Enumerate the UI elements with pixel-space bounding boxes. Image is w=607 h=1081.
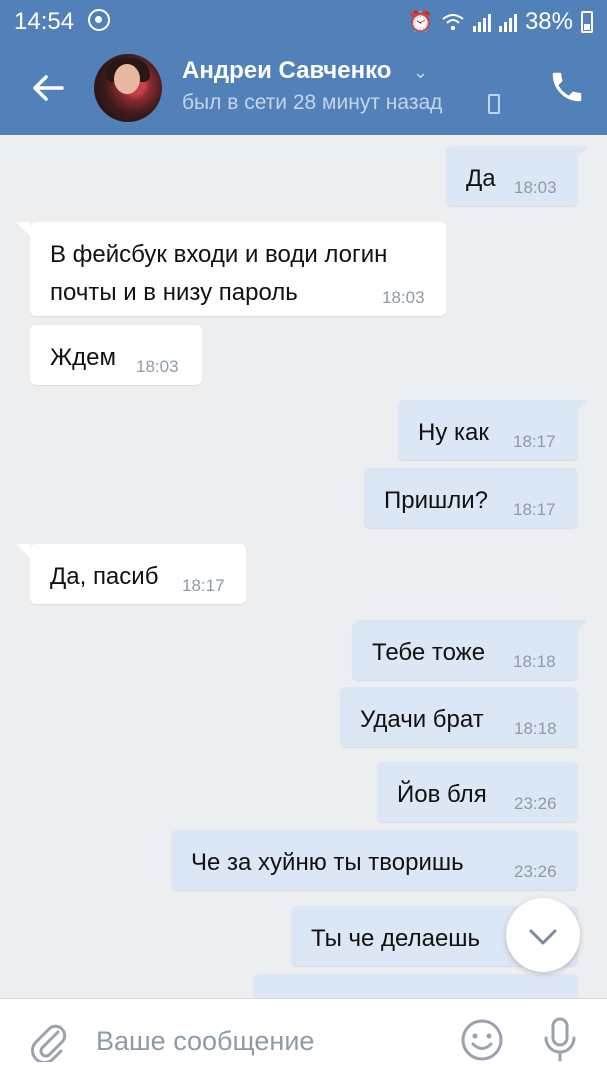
whatsapp-icon — [88, 9, 110, 31]
chevron-down-icon[interactable]: ⌄ — [413, 62, 428, 83]
status-time: 14:54 — [14, 8, 75, 35]
message-bubble[interactable]: Да, пасиб 18:17 — [16, 544, 246, 604]
arrow-left-icon[interactable] — [28, 70, 68, 106]
signal-icon-2 — [498, 12, 517, 32]
message-time: 18:03 — [136, 357, 179, 376]
message-time: 18:17 — [513, 432, 556, 451]
paperclip-icon[interactable] — [28, 1020, 68, 1062]
message-text: Да, пасиб — [50, 563, 159, 590]
message-text: Йов бля — [397, 781, 487, 808]
signal-icon — [472, 12, 491, 32]
message-bubble[interactable]: Йов бля 23:26 — [377, 762, 578, 822]
message-bubble[interactable]: Тебе тоже 18:18 — [352, 620, 588, 680]
message-text: Ну как — [418, 419, 489, 446]
battery-icon — [581, 11, 593, 33]
phone-icon[interactable] — [548, 68, 586, 106]
message-text: Удачи брат — [360, 706, 484, 733]
message-time: 18:18 — [513, 652, 556, 671]
message-time: 18:18 — [514, 719, 557, 738]
message-bubble[interactable]: Ждем 18:03 — [30, 325, 202, 385]
message-bubble[interactable]: Удачи брат 18:18 — [340, 687, 578, 747]
battery-percent: 38% — [524, 8, 573, 35]
message-bubble[interactable]: Ну как 18:17 — [398, 400, 588, 460]
mobile-icon — [488, 94, 500, 114]
message-bubble[interactable]: Пришли? 18:17 — [364, 468, 578, 528]
message-text: Че за хуйню ты творишь — [191, 849, 464, 876]
message-time: 23:26 — [514, 794, 557, 813]
message-time: 18:17 — [513, 500, 556, 519]
message-time: 18:03 — [382, 288, 425, 307]
message-bubble[interactable]: Да 18:03 — [446, 146, 588, 206]
message-text: Ты че делаешь — [311, 925, 481, 952]
message-text: Ждем — [50, 344, 117, 371]
status-indicators: ⏰ 38% — [408, 8, 593, 36]
message-input[interactable]: Ваше сообщение — [96, 1026, 314, 1057]
wifi-icon — [442, 14, 464, 31]
scroll-down-button[interactable] — [506, 898, 580, 972]
status-bar: 14:54 ⏰ 38% — [0, 0, 607, 42]
message-bubble[interactable]: В фейсбук входи и води логин почты и в н… — [16, 222, 446, 316]
alarm-icon: ⏰ — [408, 11, 433, 33]
chevron-down-icon — [529, 929, 557, 945]
contact-name[interactable]: Андреи Савченко — [182, 57, 391, 85]
message-time: 18:17 — [182, 576, 225, 595]
message-bubble[interactable]: Че за хуйню ты творишь 23:26 — [171, 830, 578, 890]
message-time: 23:26 — [514, 862, 557, 881]
message-text: Да — [466, 165, 496, 192]
message-text: Тебе тоже — [372, 639, 486, 666]
message-time: 18:03 — [514, 178, 557, 197]
message-text: Пришли? — [384, 487, 489, 514]
smiley-icon[interactable] — [460, 1018, 504, 1062]
avatar[interactable] — [94, 54, 162, 122]
last-seen-status: был в сети 28 минут назад — [182, 91, 443, 114]
message-text: В фейсбук входи и води логин почты и в н… — [50, 241, 388, 306]
microphone-icon[interactable] — [540, 1016, 580, 1064]
